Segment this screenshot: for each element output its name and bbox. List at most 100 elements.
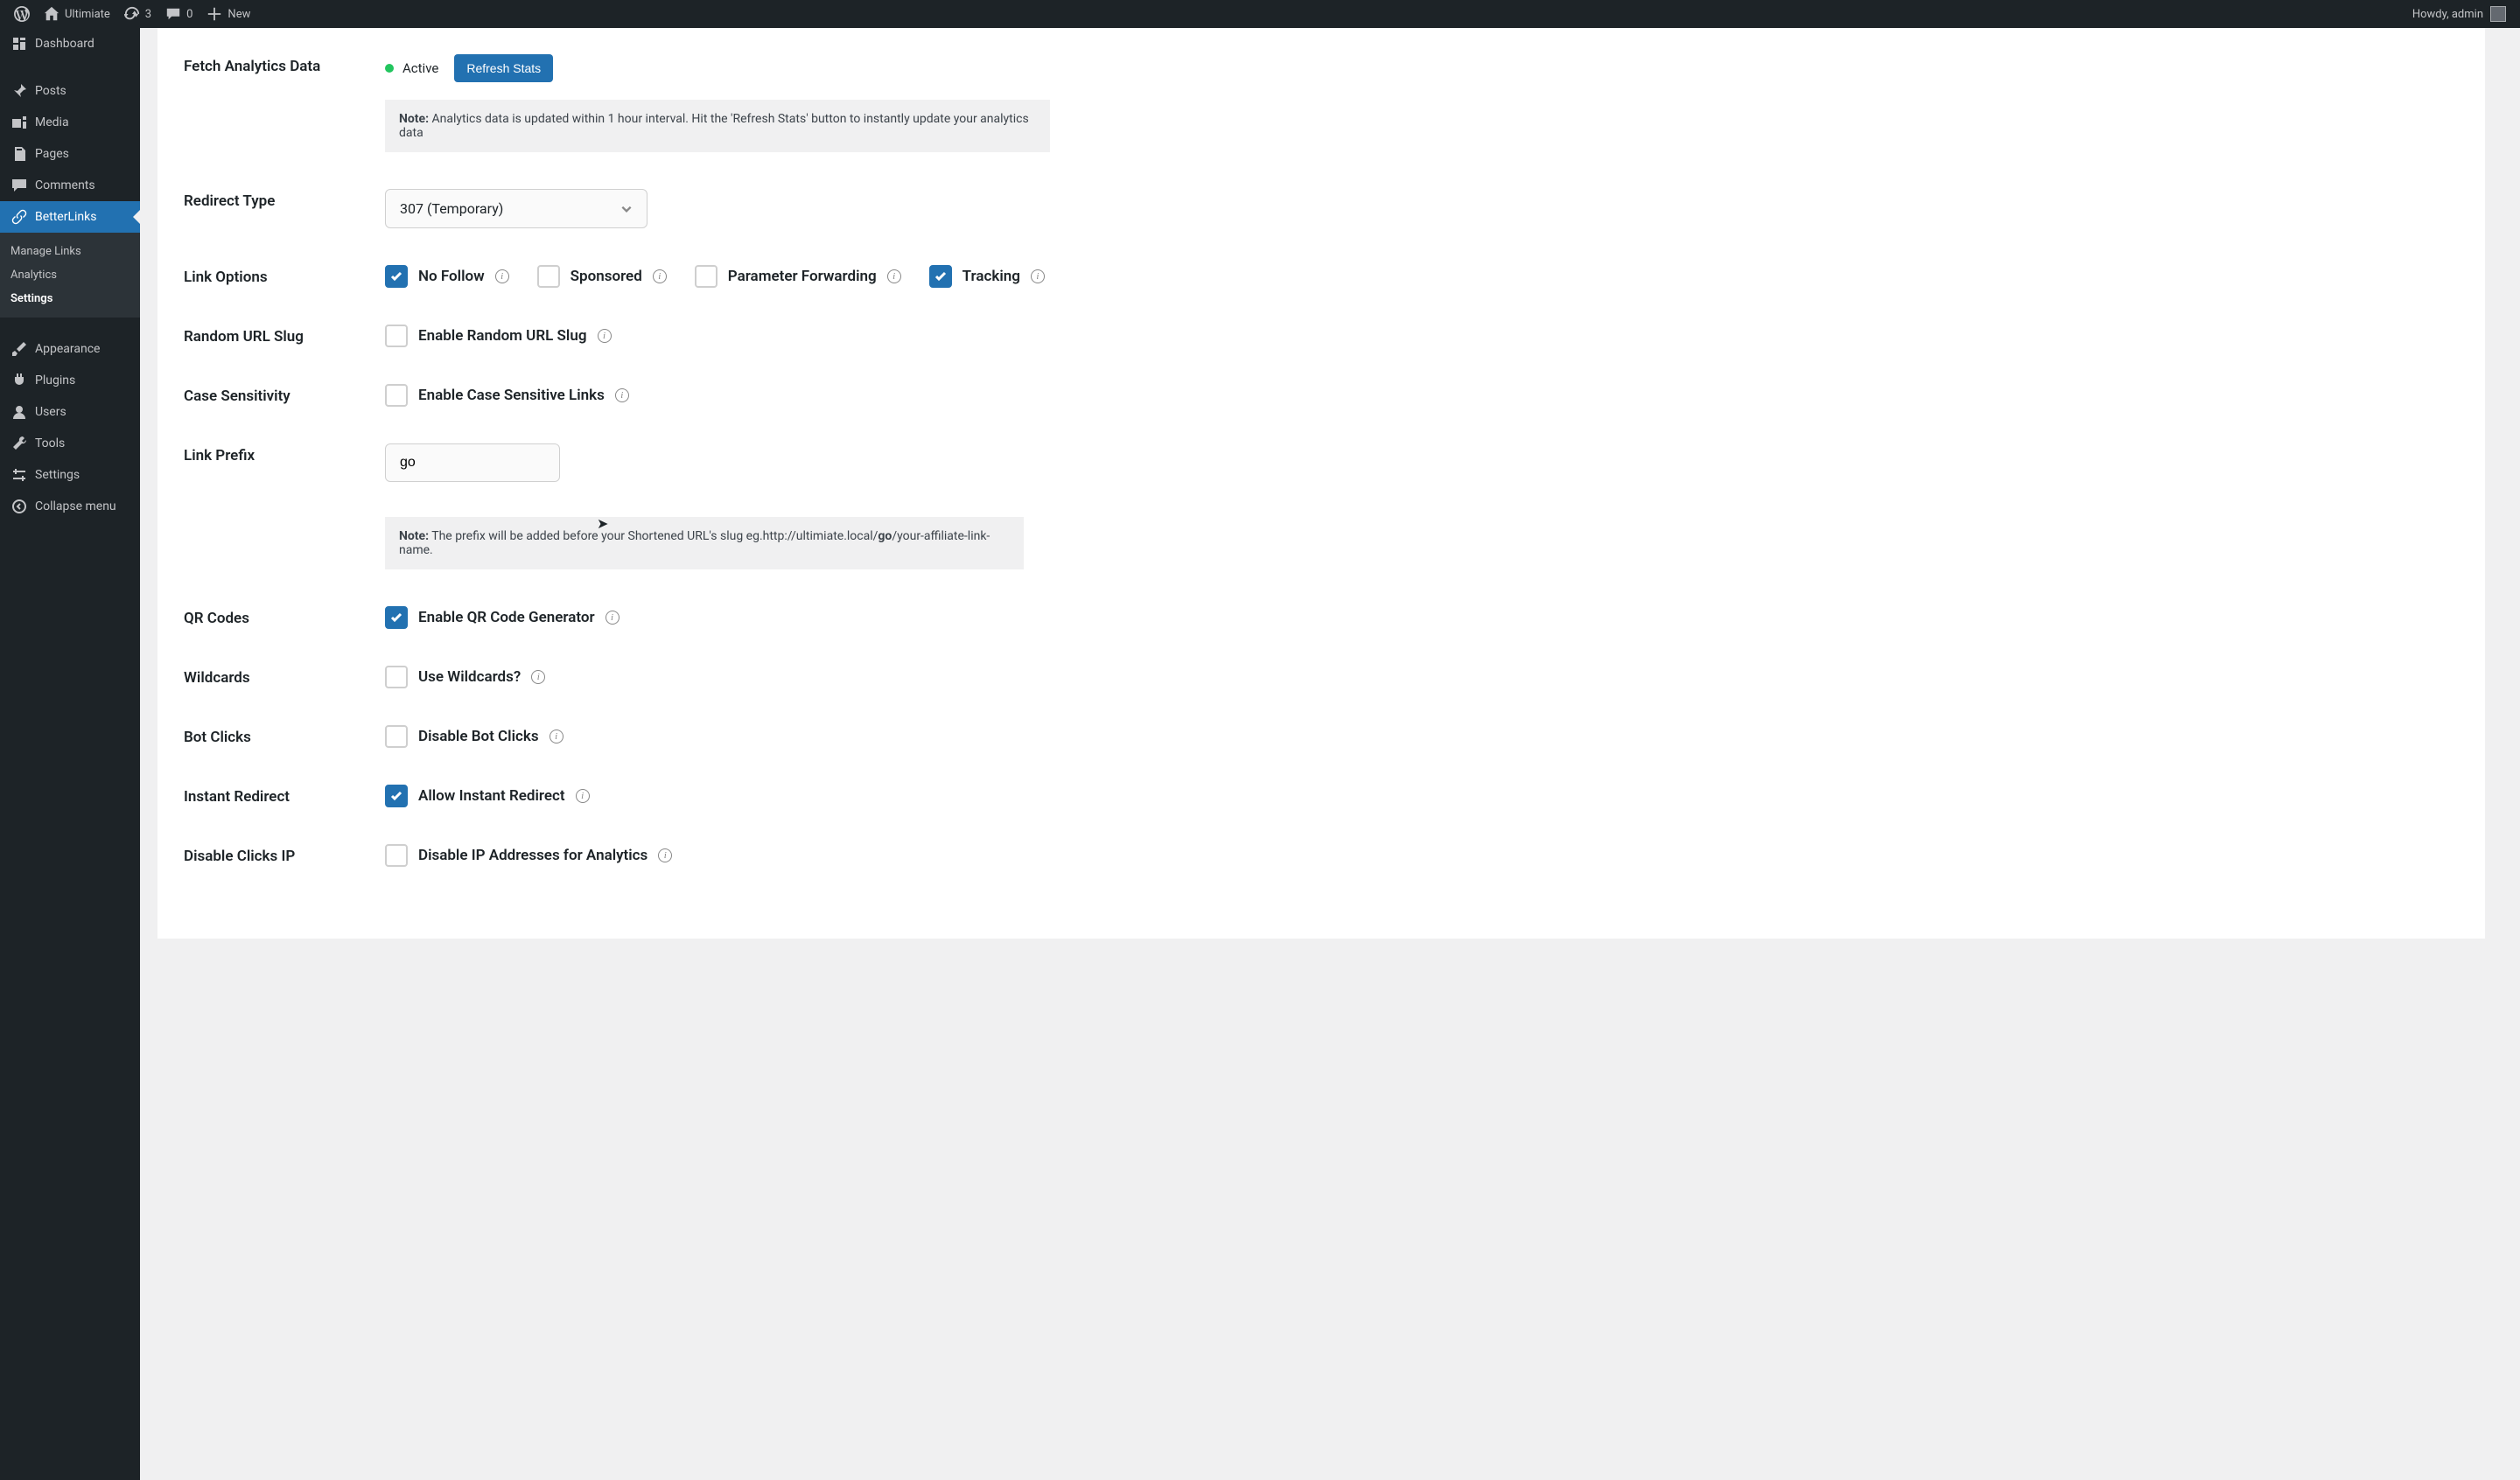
home-icon (44, 6, 60, 22)
label-bot-clicks: Bot Clicks (184, 725, 385, 746)
main-content: Fetch Analytics Data Active Refresh Stat… (140, 28, 2520, 1480)
chevron-down-icon (620, 203, 633, 215)
param-fwd-label: Parameter Forwarding (728, 268, 877, 285)
media-icon (10, 114, 28, 131)
new-label: New (228, 8, 250, 21)
info-icon[interactable]: i (576, 789, 590, 803)
analytics-note: Note: Analytics data is updated within 1… (385, 100, 1050, 152)
qr-codes-checkbox-label: Enable QR Code Generator (418, 609, 595, 626)
info-icon[interactable]: i (606, 611, 620, 625)
sidebar-comments[interactable]: Comments (0, 170, 140, 201)
label-instant-redirect: Instant Redirect (184, 785, 385, 806)
info-icon[interactable]: i (550, 730, 564, 743)
info-icon[interactable]: i (658, 848, 672, 862)
user-greeting[interactable]: Howdy, admin (2412, 6, 2513, 22)
new-content-link[interactable]: New (200, 0, 257, 28)
bot-clicks-checkbox-label: Disable Bot Clicks (418, 728, 539, 745)
checkbox-sponsored[interactable] (537, 265, 560, 288)
checkbox-instant-redirect[interactable] (385, 785, 408, 807)
info-icon[interactable]: i (495, 269, 509, 283)
label-random-slug: Random URL Slug (184, 325, 385, 346)
prefix-note: Note: The prefix will be added before yo… (385, 517, 1024, 569)
sidebar-plugins[interactable]: Plugins (0, 365, 140, 396)
updates-count: 3 (145, 8, 151, 21)
collapse-icon (10, 498, 28, 515)
sidebar-dashboard[interactable]: Dashboard (0, 28, 140, 59)
sliders-icon (10, 466, 28, 484)
status-text: Active (402, 60, 438, 76)
checkbox-param-forwarding[interactable] (695, 265, 718, 288)
case-sensitive-checkbox-label: Enable Case Sensitive Links (418, 387, 605, 404)
link-prefix-input[interactable] (385, 443, 560, 482)
label-case-sensitivity: Case Sensitivity (184, 384, 385, 405)
wildcards-checkbox-label: Use Wildcards? (418, 668, 521, 686)
instant-redirect-checkbox-label: Allow Instant Redirect (418, 787, 565, 805)
label-fetch-analytics: Fetch Analytics Data (184, 54, 385, 75)
info-icon[interactable]: i (598, 329, 612, 343)
label-redirect-type: Redirect Type (184, 189, 385, 210)
sidebar-betterlinks[interactable]: BetterLinks (0, 201, 140, 233)
sidebar-betterlinks-submenu: Manage Links Analytics Settings (0, 233, 140, 318)
checkbox-no-follow[interactable] (385, 265, 408, 288)
label-wildcards: Wildcards (184, 666, 385, 687)
admin-sidebar: Dashboard Posts Media Pages Comments Bet… (0, 28, 140, 1480)
label-qr-codes: QR Codes (184, 606, 385, 627)
site-name-text: Ultimiate (65, 8, 110, 21)
label-link-options: Link Options (184, 265, 385, 286)
comments-link[interactable]: 0 (158, 0, 200, 28)
sidebar-sub-analytics[interactable]: Analytics (0, 263, 140, 287)
comment-icon (10, 177, 28, 194)
redirect-type-value: 307 (Temporary) (400, 200, 503, 217)
brush-icon (10, 340, 28, 358)
avatar-icon (2490, 6, 2506, 22)
disable-ip-checkbox-label: Disable IP Addresses for Analytics (418, 847, 648, 864)
sidebar-pages[interactable]: Pages (0, 138, 140, 170)
comments-count: 0 (186, 8, 192, 21)
tracking-label: Tracking (962, 268, 1020, 285)
pages-icon (10, 145, 28, 163)
info-icon[interactable]: i (887, 269, 901, 283)
checkbox-bot-clicks[interactable] (385, 725, 408, 748)
status-active-dot (385, 64, 394, 73)
checkbox-qr-codes[interactable] (385, 606, 408, 629)
dashboard-icon (10, 35, 28, 52)
sidebar-users[interactable]: Users (0, 396, 140, 428)
no-follow-label: No Follow (418, 268, 485, 285)
site-name-link[interactable]: Ultimiate (37, 0, 117, 28)
info-icon[interactable]: i (615, 388, 629, 402)
refresh-icon (124, 6, 140, 22)
sidebar-media[interactable]: Media (0, 107, 140, 138)
checkbox-disable-ip[interactable] (385, 844, 408, 867)
sidebar-posts[interactable]: Posts (0, 75, 140, 107)
refresh-stats-button[interactable]: Refresh Stats (454, 54, 553, 82)
sidebar-settings[interactable]: Settings (0, 459, 140, 491)
sidebar-sub-settings[interactable]: Settings (0, 287, 140, 311)
link-icon (10, 208, 28, 226)
pin-icon (10, 82, 28, 100)
random-slug-checkbox-label: Enable Random URL Slug (418, 327, 587, 345)
collapse-menu[interactable]: Collapse menu (0, 491, 140, 522)
wrench-icon (10, 435, 28, 452)
redirect-type-select[interactable]: 307 (Temporary) (385, 189, 648, 228)
sponsored-label: Sponsored (570, 268, 642, 285)
admin-top-bar: Ultimiate 3 0 New Howdy, admin (0, 0, 2520, 28)
info-icon[interactable]: i (1031, 269, 1045, 283)
comment-icon (165, 6, 181, 22)
label-disable-ip: Disable Clicks IP (184, 844, 385, 865)
wp-logo[interactable] (7, 0, 37, 28)
user-icon (10, 403, 28, 421)
checkbox-case-sensitive[interactable] (385, 384, 408, 407)
updates-link[interactable]: 3 (117, 0, 158, 28)
label-link-prefix: Link Prefix (184, 443, 385, 464)
checkbox-tracking[interactable] (929, 265, 952, 288)
checkbox-random-slug[interactable] (385, 325, 408, 347)
info-icon[interactable]: i (531, 670, 545, 684)
info-icon[interactable]: i (653, 269, 667, 283)
plugin-icon (10, 372, 28, 389)
sidebar-sub-manage-links[interactable]: Manage Links (0, 240, 140, 263)
checkbox-wildcards[interactable] (385, 666, 408, 688)
sidebar-appearance[interactable]: Appearance (0, 333, 140, 365)
greeting-text: Howdy, admin (2412, 8, 2483, 21)
plus-icon (206, 6, 222, 22)
sidebar-tools[interactable]: Tools (0, 428, 140, 459)
